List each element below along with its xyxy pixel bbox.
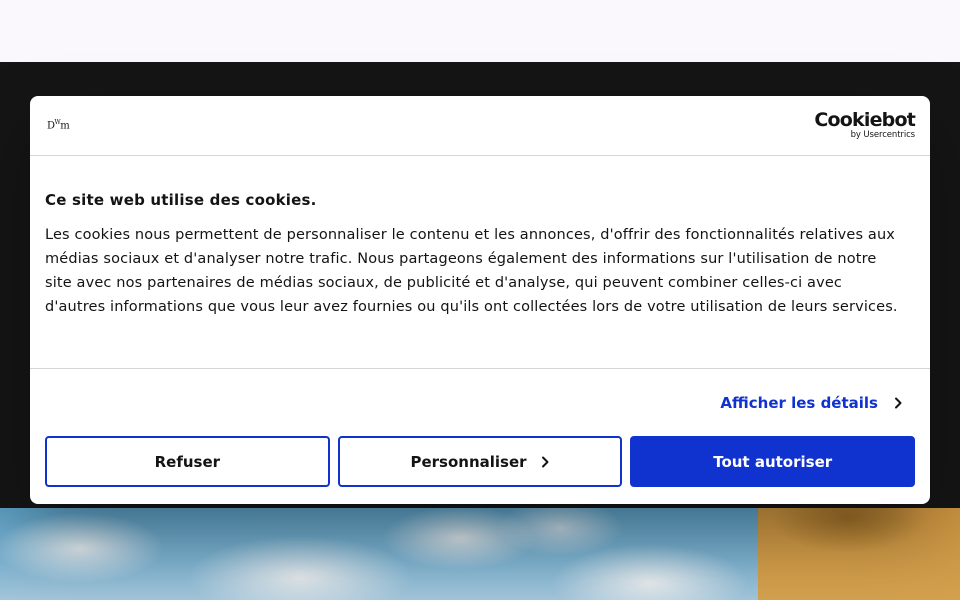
cookiebot-byline: by Usercentrics [850, 130, 916, 140]
customize-button-label: Personnaliser [410, 452, 527, 471]
accept-all-button[interactable]: Tout autoriser [630, 436, 916, 487]
reject-button-label: Refuser [154, 452, 221, 471]
accept-all-button-label: Tout autoriser [713, 452, 833, 471]
chevron-right-icon [895, 397, 902, 408]
dialog-description: Les cookies nous permettent de personnal… [45, 227, 898, 315]
customize-button[interactable]: Personnaliser [337, 436, 623, 487]
dialog-body: Ce site web utilise des cookies. Les coo… [30, 156, 930, 369]
cookiebot-name: Cookiebot [814, 109, 915, 131]
cookiebot-logo: Cookiebot by Usercentrics [814, 110, 915, 141]
chevron-right-icon [541, 456, 549, 467]
hero-image-sky [0, 508, 758, 600]
dialog-title: Ce site web utilise des cookies. [45, 191, 317, 209]
reject-button[interactable]: Refuser [45, 436, 330, 487]
consent-buttons: Refuser Personnaliser Tout autoriser [30, 436, 930, 487]
hero-image-gold [758, 508, 960, 600]
details-row: Afficher les détails [30, 369, 930, 436]
dialog-header: DWm Cookiebot by Usercentrics [30, 96, 930, 156]
show-details-label: Afficher les détails [720, 393, 878, 412]
cookie-consent-dialog: DWm Cookiebot by Usercentrics Ce site we… [30, 96, 930, 504]
site-header-bar [0, 0, 960, 62]
show-details-link[interactable]: Afficher les détails [720, 394, 903, 412]
site-logo: DWm [47, 119, 70, 132]
